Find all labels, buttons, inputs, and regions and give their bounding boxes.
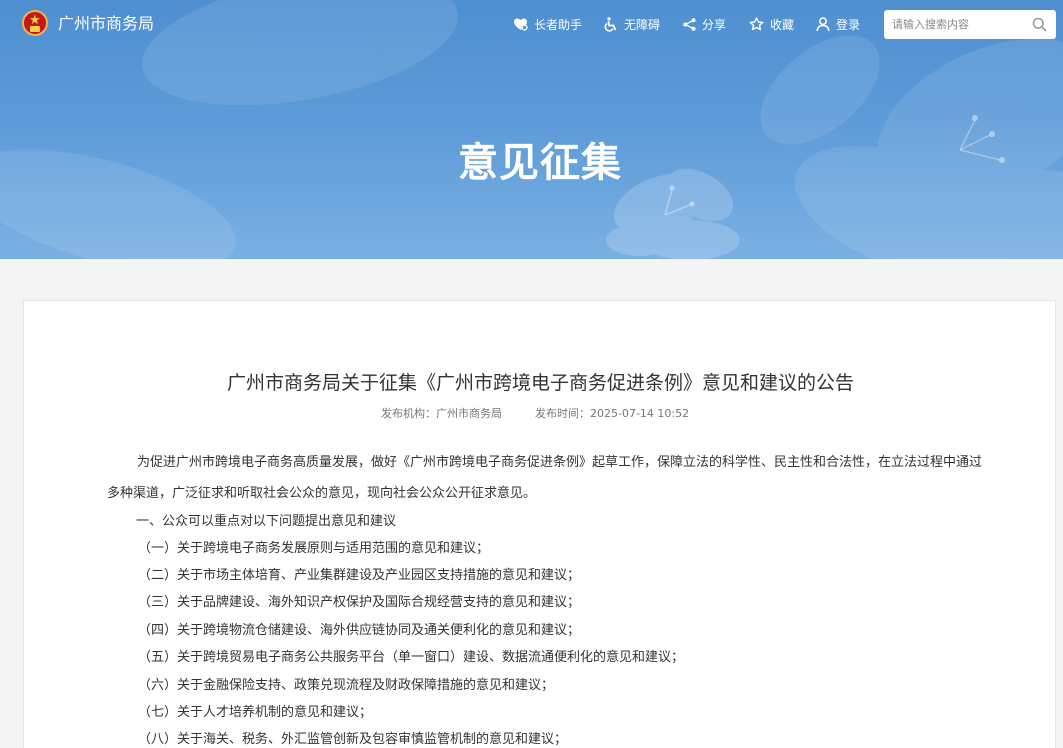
nav-elder-mode[interactable]: 长者助手: [513, 14, 582, 34]
list-item: （四）关于跨境物流仓储建设、海外供应链协同及通关便利化的意见和建议；: [138, 623, 581, 638]
search-box: [884, 10, 1056, 39]
article-intro: 为促进广州市跨境电子商务高质量发展，做好《广州市跨境电子商务促进条例》起草工作，…: [107, 455, 983, 501]
user-icon: [816, 16, 830, 31]
top-bar: ★ 广州市商务局 长者助手 无障碍 分享 收藏 登录 请输入搜索内容: [0, 0, 1063, 48]
wheelchair-icon: [604, 16, 617, 32]
article-publisher: 发布机构：广州市商务局: [381, 407, 502, 420]
list-item: （五）关于跨境贸易电子商务公共服务平台（单一窗口）建设、数据流通便利化的意见和建…: [138, 650, 685, 665]
search-input[interactable]: [892, 15, 1028, 34]
share-icon: [683, 17, 696, 31]
section-heading: 一、公众可以重点对以下问题提出意见和建议: [136, 514, 397, 529]
search-icon[interactable]: [1032, 17, 1047, 32]
list-item: （七）关于人才培养机制的意见和建议；: [138, 705, 373, 720]
nav-favorite[interactable]: 收藏: [749, 14, 794, 34]
list-item: （一）关于跨境电子商务发展原则与适用范围的意见和建议；: [138, 541, 490, 556]
list-item: （三）关于品牌建设、海外知识产权保护及国际合规经营支持的意见和建议；: [138, 595, 581, 610]
banner: ★ 广州市商务局 长者助手 无障碍 分享 收藏 登录 请输入搜索内容 意见征集: [0, 0, 1063, 259]
nav-favorite-label: 收藏: [770, 17, 795, 32]
star-icon: [749, 17, 764, 31]
list-item: （六）关于金融保险支持、政策兑现流程及财政保障措施的意见和建议；: [138, 678, 555, 693]
nav-share[interactable]: 分享: [683, 14, 726, 34]
emblem-logo[interactable]: ★: [22, 10, 48, 36]
list-item: （八）关于海关、税务、外汇监管创新及包容审慎监管机制的意见和建议；: [138, 732, 568, 747]
nav-login-label: 登录: [836, 17, 861, 32]
nav-login[interactable]: 登录: [816, 14, 860, 34]
nav-accessibility-label: 无障碍: [624, 17, 661, 32]
article-publish-time: 发布时间：2025-07-14 10:52: [535, 407, 690, 420]
nav-elder-mode-label: 长者助手: [534, 17, 583, 32]
list-item: （二）关于市场主体培育、产业集群建设及产业园区支持措施的意见和建议；: [138, 568, 581, 583]
nav-share-label: 分享: [702, 17, 727, 32]
elder-care-icon: [514, 18, 528, 31]
banner-title: 意见征集: [458, 140, 622, 186]
nav-accessibility[interactable]: 无障碍: [604, 14, 660, 34]
site-name[interactable]: 广州市商务局: [58, 13, 154, 35]
article-title: 广州市商务局关于征集《广州市跨境电子商务促进条例》意见和建议的公告: [226, 372, 854, 394]
